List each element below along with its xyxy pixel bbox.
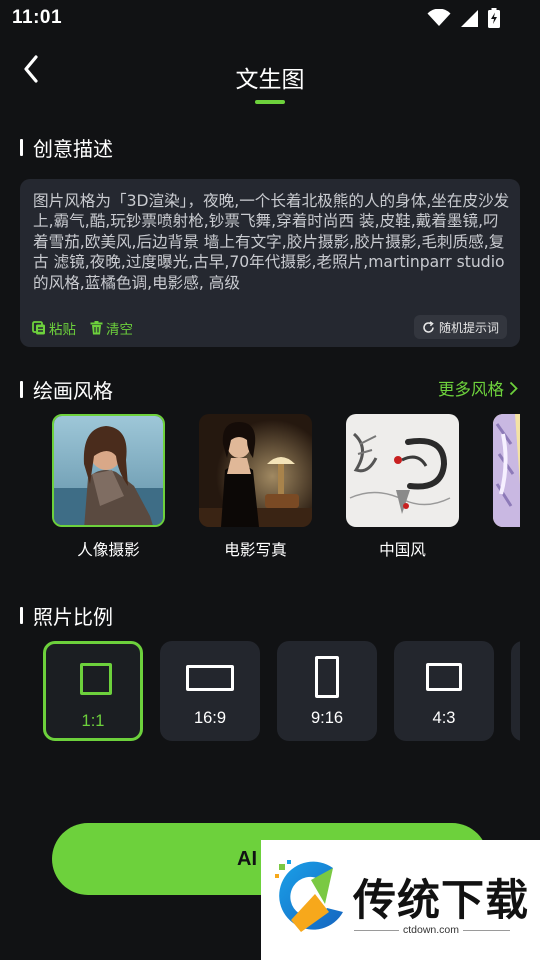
cellular-signal-icon <box>461 9 478 27</box>
paste-button[interactable]: 粘贴 <box>32 318 76 338</box>
section-title-prompt: 创意描述 <box>20 133 113 162</box>
ratio-option-next[interactable] <box>511 641 520 741</box>
section-marker <box>20 607 23 624</box>
status-time: 11:01 <box>12 7 63 28</box>
paste-label: 粘贴 <box>49 322 76 338</box>
clear-button[interactable]: 清空 <box>90 318 133 338</box>
section-marker <box>20 139 23 156</box>
header: 文生图 <box>0 44 540 114</box>
ratio-option-1-1[interactable]: 1:1 <box>43 641 143 741</box>
style-item-film[interactable]: 电影写真 <box>199 414 312 560</box>
clipboard-icon <box>32 321 45 335</box>
prompt-actions: 粘贴 清空 <box>32 318 133 338</box>
ratio-label: 1:1 <box>81 712 105 730</box>
more-styles-label: 更多风格 <box>438 380 504 399</box>
ratio-option-9-16[interactable]: 9:16 <box>277 641 377 741</box>
section-marker <box>20 381 23 398</box>
ratio-landscape-icon <box>426 663 462 691</box>
wifi-icon <box>427 9 451 26</box>
watermark-title: 传统下载 <box>353 876 529 926</box>
section-title-text: 照片比例 <box>33 605 113 629</box>
section-title-ratio: 照片比例 <box>20 601 113 630</box>
random-prompt-label: 随机提示词 <box>438 320 499 335</box>
style-thumb-portrait <box>52 414 165 527</box>
refresh-icon <box>423 320 434 333</box>
style-label: 中国风 <box>379 541 426 559</box>
ratio-option-4-3[interactable]: 4:3 <box>394 641 494 741</box>
section-title-style: 绘画风格 <box>20 375 113 404</box>
ratio-label: 9:16 <box>310 709 344 727</box>
style-item-portrait[interactable]: 人像摄影 <box>52 414 165 560</box>
ratio-option-16-9[interactable]: 16:9 <box>160 641 260 741</box>
watermark-url: ctdown.com <box>399 924 464 936</box>
style-thumb-chinese <box>346 414 459 527</box>
trash-icon <box>90 321 103 335</box>
ratio-portrait-icon <box>315 656 339 698</box>
status-bar: 11:01 <box>0 0 540 36</box>
watermark-logo <box>275 860 343 932</box>
more-styles-link[interactable]: 更多风格 <box>438 376 518 400</box>
generate-label: AI <box>237 848 257 870</box>
status-icons <box>427 8 500 28</box>
section-title-text: 绘画风格 <box>33 379 113 403</box>
watermark: 传统下载 ctdown.com <box>261 840 540 960</box>
style-thumb-anime <box>493 414 520 527</box>
ratio-landscape-icon <box>186 665 234 691</box>
style-label: 电影写真 <box>224 541 287 559</box>
clear-label: 清空 <box>106 322 133 338</box>
style-thumb-film <box>199 414 312 527</box>
style-item-anime[interactable] <box>493 414 520 538</box>
section-title-text: 创意描述 <box>33 137 113 161</box>
style-label: 人像摄影 <box>77 541 140 559</box>
ratio-square-icon <box>80 663 112 695</box>
battery-charging-icon <box>488 8 500 28</box>
ratio-label: 4:3 <box>432 709 456 727</box>
page-title: 文生图 <box>235 67 305 93</box>
ratio-label: 16:9 <box>193 709 227 727</box>
ratio-list: 1:1 16:9 9:16 4:3 <box>42 639 520 743</box>
style-item-chinese[interactable]: 中国风 <box>346 414 459 560</box>
prompt-box[interactable]: 图片风格为「3D渲染」，夜晚,一个长着北极熊的人的身体,坐在皮沙发上,霸气,酷,… <box>20 179 520 347</box>
random-prompt-button[interactable]: 随机提示词 <box>413 315 507 339</box>
style-list: 人像摄影 电影写真 中国风 <box>52 414 520 564</box>
title-underline <box>255 100 285 104</box>
prompt-textarea[interactable]: 图片风格为「3D渲染」，夜晚,一个长着北极熊的人的身体,坐在皮沙发上,霸气,酷,… <box>33 191 511 309</box>
chevron-right-icon <box>509 381 518 395</box>
